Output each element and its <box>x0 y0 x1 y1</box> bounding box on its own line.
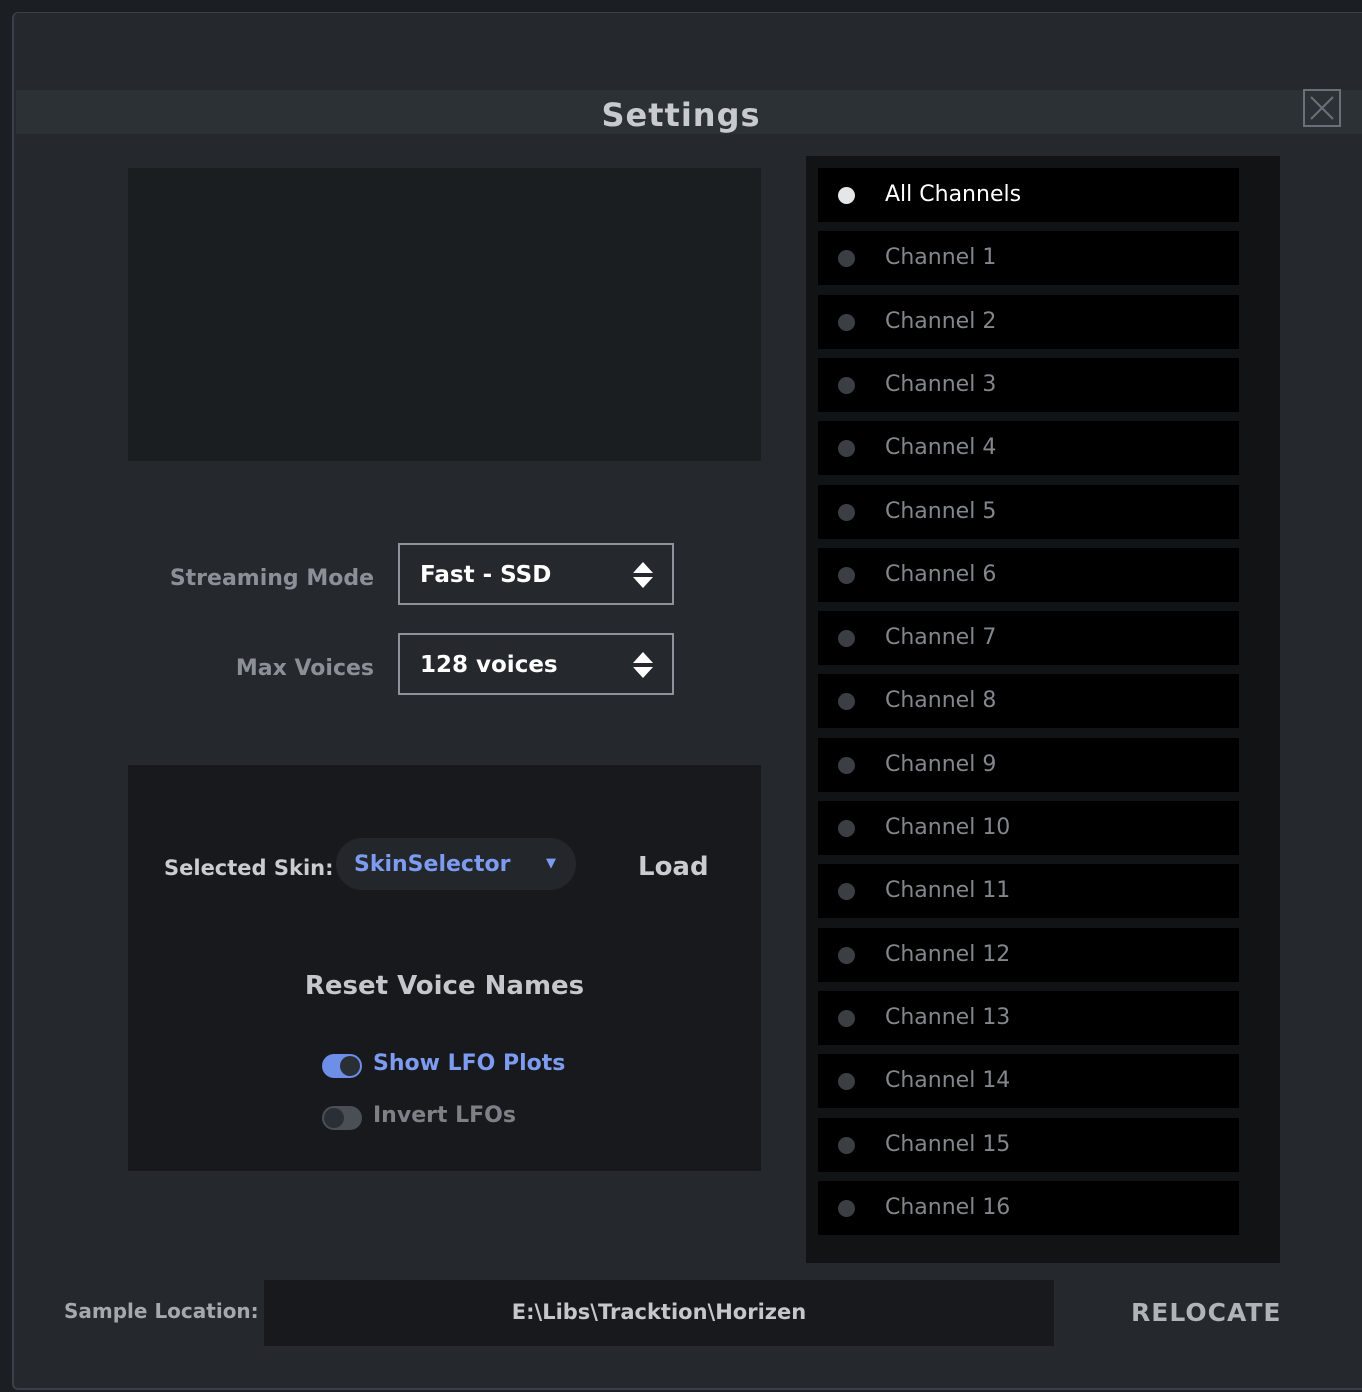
radio-dot-icon <box>838 314 855 331</box>
radio-dot-icon <box>838 1073 855 1090</box>
radio-dot-icon <box>838 693 855 710</box>
channel-item-10[interactable]: Channel 10 <box>818 801 1239 855</box>
radio-dot-icon <box>838 1010 855 1027</box>
sample-location-label: Sample Location: <box>64 1299 259 1323</box>
chevron-down-icon: ▼ <box>546 856 556 871</box>
channel-label: All Channels <box>885 182 1022 207</box>
channel-label: Channel 15 <box>885 1132 1011 1157</box>
radio-dot-icon <box>838 440 855 457</box>
channel-label: Channel 14 <box>885 1068 1011 1093</box>
updown-arrows-icon <box>633 562 653 588</box>
channel-label: Channel 16 <box>885 1195 1011 1220</box>
channel-item-12[interactable]: Channel 12 <box>818 928 1239 982</box>
channel-item-14[interactable]: Channel 14 <box>818 1054 1239 1108</box>
channel-item-11[interactable]: Channel 11 <box>818 864 1239 918</box>
sample-location-path: E:\Libs\Tracktion\Horizen <box>511 1300 807 1324</box>
sample-location-field[interactable]: E:\Libs\Tracktion\Horizen <box>264 1280 1054 1346</box>
channel-item-5[interactable]: Channel 5 <box>818 485 1239 539</box>
updown-arrows-icon <box>633 652 653 678</box>
close-button[interactable] <box>1303 89 1341 127</box>
invert-lfos-label: Invert LFOs <box>373 1103 516 1128</box>
channel-item-7[interactable]: Channel 7 <box>818 611 1239 665</box>
radio-dot-icon <box>838 377 855 394</box>
channel-item-8[interactable]: Channel 8 <box>818 674 1239 728</box>
radio-dot-icon <box>838 504 855 521</box>
close-icon <box>1310 96 1334 120</box>
channel-label: Channel 8 <box>885 688 997 713</box>
skin-selector-value: SkinSelector <box>354 852 511 877</box>
channel-label: Channel 4 <box>885 435 997 460</box>
radio-dot-icon <box>838 630 855 647</box>
streaming-mode-label: Streaming Mode <box>169 566 374 591</box>
channel-item-4[interactable]: Channel 4 <box>818 421 1239 475</box>
channel-item-3[interactable]: Channel 3 <box>818 358 1239 412</box>
page-title: Settings <box>601 96 761 134</box>
reset-voice-names-button[interactable]: Reset Voice Names <box>128 971 761 1001</box>
load-skin-button[interactable]: Load <box>638 852 709 882</box>
channel-item-15[interactable]: Channel 15 <box>818 1118 1239 1172</box>
max-voices-label: Max Voices <box>235 656 374 681</box>
channel-label: Channel 6 <box>885 562 997 587</box>
radio-dot-icon <box>838 1137 855 1154</box>
radio-dot-icon <box>838 250 855 267</box>
radio-dot-icon <box>838 187 855 204</box>
channel-item-13[interactable]: Channel 13 <box>818 991 1239 1045</box>
channel-item-2[interactable]: Channel 2 <box>818 295 1239 349</box>
radio-dot-icon <box>838 820 855 837</box>
streaming-mode-select[interactable]: Fast - SSD <box>398 543 674 605</box>
channel-item-6[interactable]: Channel 6 <box>818 548 1239 602</box>
channel-label: Channel 1 <box>885 245 997 270</box>
channel-item-1[interactable]: Channel 1 <box>818 231 1239 285</box>
selected-skin-label: Selected Skin: <box>164 856 334 880</box>
channel-item-all[interactable]: All Channels <box>818 168 1239 222</box>
radio-dot-icon <box>838 883 855 900</box>
channel-label: Channel 10 <box>885 815 1011 840</box>
radio-dot-icon <box>838 947 855 964</box>
channel-label: Channel 9 <box>885 752 997 777</box>
channel-label: Channel 11 <box>885 878 1011 903</box>
channel-label: Channel 13 <box>885 1005 1011 1030</box>
channel-item-9[interactable]: Channel 9 <box>818 738 1239 792</box>
channel-label: Channel 12 <box>885 942 1011 967</box>
streaming-mode-value: Fast - SSD <box>420 562 552 588</box>
max-voices-value: 128 voices <box>420 652 558 678</box>
show-lfo-plots-toggle[interactable] <box>322 1054 362 1078</box>
radio-dot-icon <box>838 1200 855 1217</box>
channel-label: Channel 5 <box>885 499 997 524</box>
channel-label: Channel 2 <box>885 309 997 334</box>
radio-dot-icon <box>838 567 855 584</box>
invert-lfos-toggle[interactable] <box>322 1106 362 1130</box>
radio-dot-icon <box>838 757 855 774</box>
channel-item-16[interactable]: Channel 16 <box>818 1181 1239 1235</box>
show-lfo-plots-label: Show LFO Plots <box>373 1051 566 1076</box>
max-voices-select[interactable]: 128 voices <box>398 633 674 695</box>
skin-preview-area <box>128 168 761 461</box>
relocate-button[interactable]: RELOCATE <box>1131 1298 1282 1327</box>
skin-selector-dropdown[interactable]: SkinSelector ▼ <box>336 838 576 890</box>
channel-label: Channel 7 <box>885 625 997 650</box>
channel-label: Channel 3 <box>885 372 997 397</box>
